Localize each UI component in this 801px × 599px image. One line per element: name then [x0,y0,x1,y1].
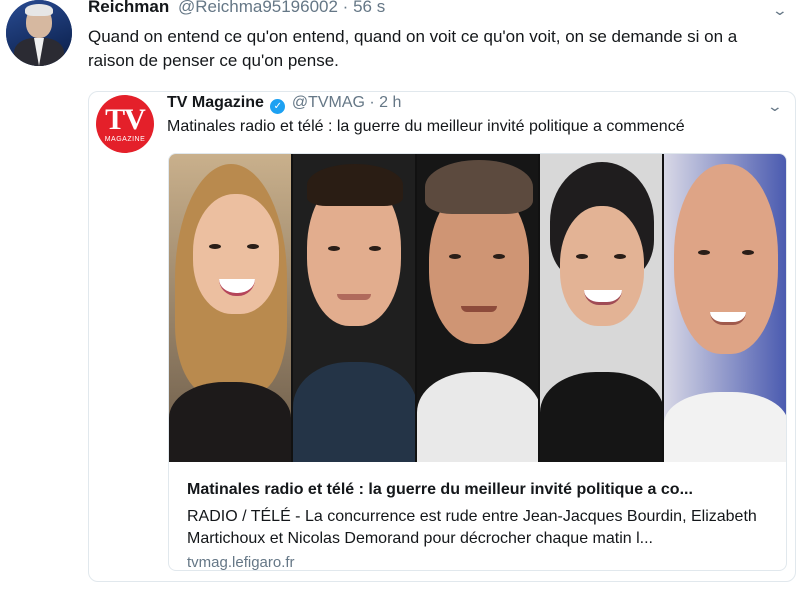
mouth [336,294,371,300]
tweet-text: Quand on entend ce qu'on entend, quand o… [88,27,738,70]
link-card[interactable]: Matinales radio et télé : la guerre du m… [168,153,787,571]
eye [247,244,259,249]
face [560,206,645,326]
body [540,372,663,462]
card-domain[interactable]: tvmag.lefigaro.fr [187,554,295,570]
body [416,372,539,462]
card-photo-person-5 [664,154,786,462]
card-photo-person-1 [169,154,293,462]
author-handle[interactable]: @Reichma95196002 · 56 s [178,0,385,16]
card-title[interactable]: Matinales radio et télé : la guerre du m… [187,481,693,499]
eye [448,254,461,259]
verified-badge-icon: ✓ [270,99,286,114]
card-photo-person-3 [416,154,541,462]
quoted-header: TV Magazine ✓ @TVMAG · 2 h [167,94,401,114]
eye [368,246,381,251]
chevron-down-icon[interactable]: ⌄ [772,3,788,17]
eye [209,244,221,249]
quoted-author-handle[interactable]: @TVMAG · 2 h [292,94,402,111]
logo-tv-text: TV [105,103,146,136]
author-name[interactable]: Reichman [88,0,169,16]
quoted-author-name[interactable]: TV Magazine [167,94,264,111]
card-image[interactable] [169,154,786,462]
card-photo-person-4 [540,154,665,462]
avatar-hair [25,4,53,16]
face [674,164,779,354]
tv-magazine-logo[interactable]: TV MAGAZINE [96,95,154,153]
card-description: RADIO / TÉLÉ - La concurrence est rude e… [187,508,757,547]
quoted-tweet-text: Matinales radio et télé : la guerre du m… [167,118,685,135]
logo-magazine-text: MAGAZINE [104,136,146,143]
hair [424,160,533,214]
card-photo-person-2 [292,154,417,462]
face [193,194,279,314]
quoted-tweet[interactable]: TV MAGAZINE TV Magazine ✓ @TVMAG · 2 h ⌄… [88,91,796,582]
mouth [460,306,497,312]
chevron-down-icon[interactable]: ⌄ [767,99,783,113]
hair [306,164,403,206]
eye [327,246,340,251]
eye [492,254,505,259]
body [292,362,415,462]
body [664,392,786,462]
body [169,382,291,462]
tweet-header: Reichman @Reichma95196002 · 56 s [88,0,385,17]
author-avatar[interactable] [6,0,72,66]
